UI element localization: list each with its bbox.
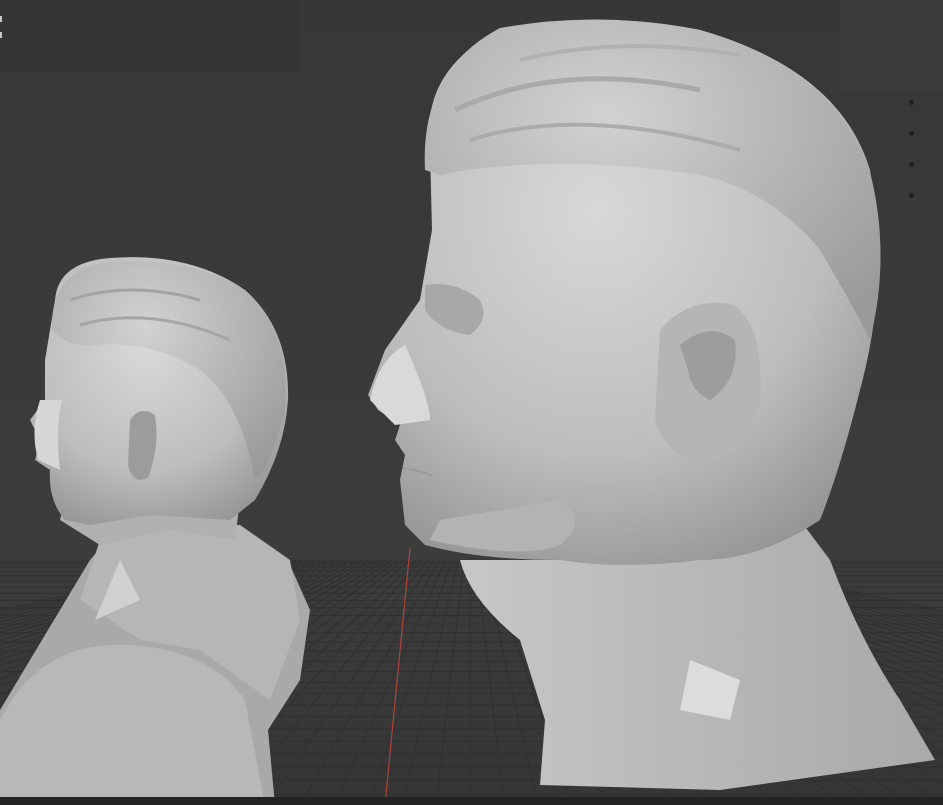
nav-dot-icon[interactable] bbox=[909, 193, 914, 198]
status-bar bbox=[0, 797, 943, 805]
viewport-canvas[interactable] bbox=[0, 0, 943, 805]
gizmo-region bbox=[840, 0, 943, 92]
header-mark-icon bbox=[0, 32, 2, 38]
navigation-gizmo-dots[interactable] bbox=[909, 100, 917, 198]
header-region bbox=[0, 0, 300, 72]
3d-viewport[interactable] bbox=[0, 0, 943, 805]
header-mark-icon bbox=[0, 16, 2, 22]
nav-dot-icon[interactable] bbox=[909, 162, 914, 167]
nav-dot-icon[interactable] bbox=[909, 100, 914, 105]
nav-dot-icon[interactable] bbox=[909, 131, 914, 136]
viewport-header-glyphs bbox=[0, 0, 8, 38]
